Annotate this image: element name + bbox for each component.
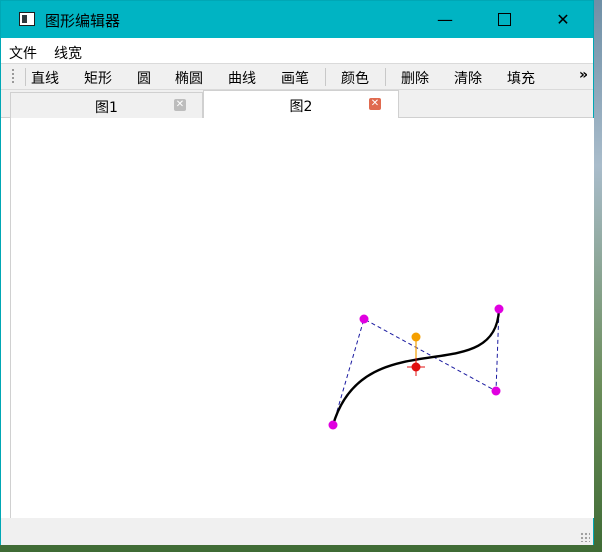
toolbar-separator [325, 68, 326, 86]
title-bar[interactable]: 图形编辑器 — ✕ [1, 1, 593, 38]
canvas-svg[interactable] [11, 118, 595, 518]
rotate-handle[interactable] [411, 332, 421, 342]
tab-close-icon[interactable]: ✕ [369, 98, 381, 110]
tool-pen-button[interactable]: 画笔 [281, 68, 309, 88]
status-bar [1, 518, 593, 545]
tool-clear-button[interactable]: 清除 [454, 68, 482, 88]
close-icon: ✕ [556, 10, 570, 29]
tool-ellipse-button[interactable]: 椭圆 [175, 68, 203, 88]
toolbar-separator [25, 68, 26, 86]
resize-grip-icon[interactable] [580, 532, 590, 542]
control-point[interactable] [491, 386, 501, 396]
minimize-icon: — [437, 10, 453, 29]
tool-rect-button[interactable]: 矩形 [84, 68, 112, 88]
maximize-button[interactable] [475, 1, 533, 38]
app-icon [19, 12, 35, 26]
control-point[interactable] [328, 420, 338, 430]
menu-file[interactable]: 文件 [9, 43, 37, 63]
tool-line-button[interactable]: 直线 [31, 68, 59, 88]
drawing-canvas[interactable] [10, 118, 594, 518]
menu-line-width[interactable]: 线宽 [54, 43, 82, 63]
minimize-button[interactable]: — [416, 1, 474, 38]
toolbar: 直线 矩形 圆 椭圆 曲线 画笔 颜色 删除 清除 填充 » [1, 63, 593, 90]
tab-figure-2[interactable]: 图2 ✕ [203, 90, 399, 119]
tab-close-icon[interactable]: ✕ [174, 99, 186, 111]
tab-bar: 图1 ✕ 图2 ✕ [1, 90, 593, 119]
control-point[interactable] [494, 304, 504, 314]
tool-color-button[interactable]: 颜色 [341, 68, 369, 88]
toolbar-grip-icon[interactable] [12, 69, 14, 85]
tool-circle-button[interactable]: 圆 [137, 68, 151, 88]
toolbar-separator [385, 68, 386, 86]
window-title: 图形编辑器 [45, 12, 121, 30]
tool-curve-button[interactable]: 曲线 [228, 68, 256, 88]
tool-delete-button[interactable]: 删除 [401, 68, 429, 88]
control-point[interactable] [359, 314, 369, 324]
tab-figure-1[interactable]: 图1 ✕ [10, 92, 203, 118]
toolbar-overflow-icon[interactable]: » [579, 67, 588, 83]
maximize-icon [497, 13, 511, 26]
tool-fill-button[interactable]: 填充 [507, 68, 535, 88]
app-window: 图形编辑器 — ✕ 文件 线宽 直线 矩形 圆 椭圆 曲线 画笔 颜色 删除 清… [0, 0, 594, 545]
close-button[interactable]: ✕ [534, 1, 592, 38]
menu-bar: 文件 线宽 [1, 38, 593, 63]
